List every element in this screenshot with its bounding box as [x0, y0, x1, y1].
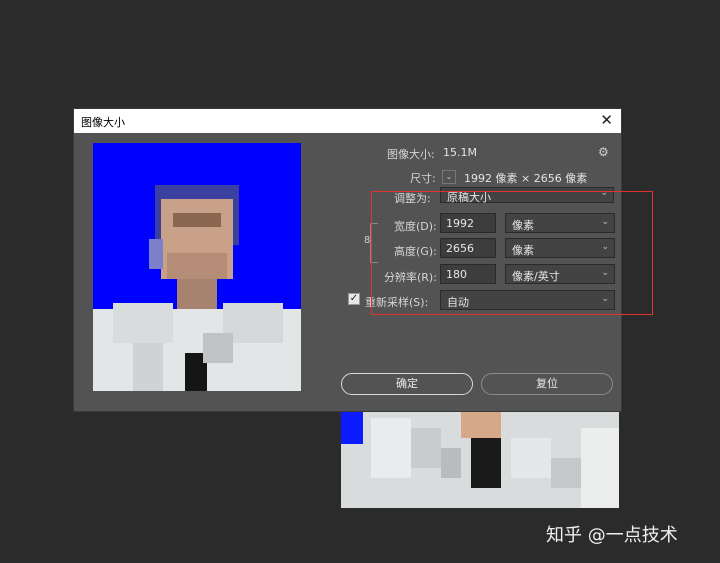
image-size-label: 图像大小:: [387, 148, 435, 161]
image-size-value: 15.1M: [443, 146, 477, 159]
pixel-block: [471, 438, 501, 488]
reset-button[interactable]: 复位: [481, 373, 613, 395]
pixel-block: [551, 458, 581, 488]
pixel-block: [133, 343, 163, 391]
resample-checkbox[interactable]: ✓: [348, 293, 360, 305]
ok-button[interactable]: 确定: [341, 373, 473, 395]
dialog-title: 图像大小: [81, 116, 125, 129]
image-preview[interactable]: [93, 143, 301, 391]
pixel-block: [113, 303, 173, 343]
close-icon[interactable]: ✕: [600, 112, 613, 128]
pixel-block: [371, 418, 411, 478]
dimensions-label: 尺寸:: [410, 172, 436, 185]
pixel-block: [149, 239, 163, 269]
watermark-text: 知乎 @一点技术: [546, 525, 678, 546]
pixel-block: [411, 428, 441, 468]
pixel-block: [511, 438, 551, 478]
highlight-annotation-box: [371, 191, 653, 315]
gear-icon[interactable]: ⚙: [598, 145, 609, 159]
pixel-block: [461, 408, 501, 438]
pixel-block: [173, 213, 221, 227]
pixel-block: [441, 448, 461, 478]
pixel-block: [203, 333, 233, 363]
background-canvas-image: [341, 408, 619, 508]
dialog-titlebar[interactable]: 图像大小 ✕: [74, 109, 621, 133]
chevron-down-icon[interactable]: ⌄: [442, 170, 456, 184]
background-blue-area: [341, 408, 363, 444]
pixel-block: [581, 428, 619, 508]
dimensions-value: 1992 像素 × 2656 像素: [464, 172, 588, 185]
pixel-block: [167, 253, 227, 279]
pixel-block: [177, 279, 217, 309]
link-icon[interactable]: 8: [364, 235, 370, 246]
